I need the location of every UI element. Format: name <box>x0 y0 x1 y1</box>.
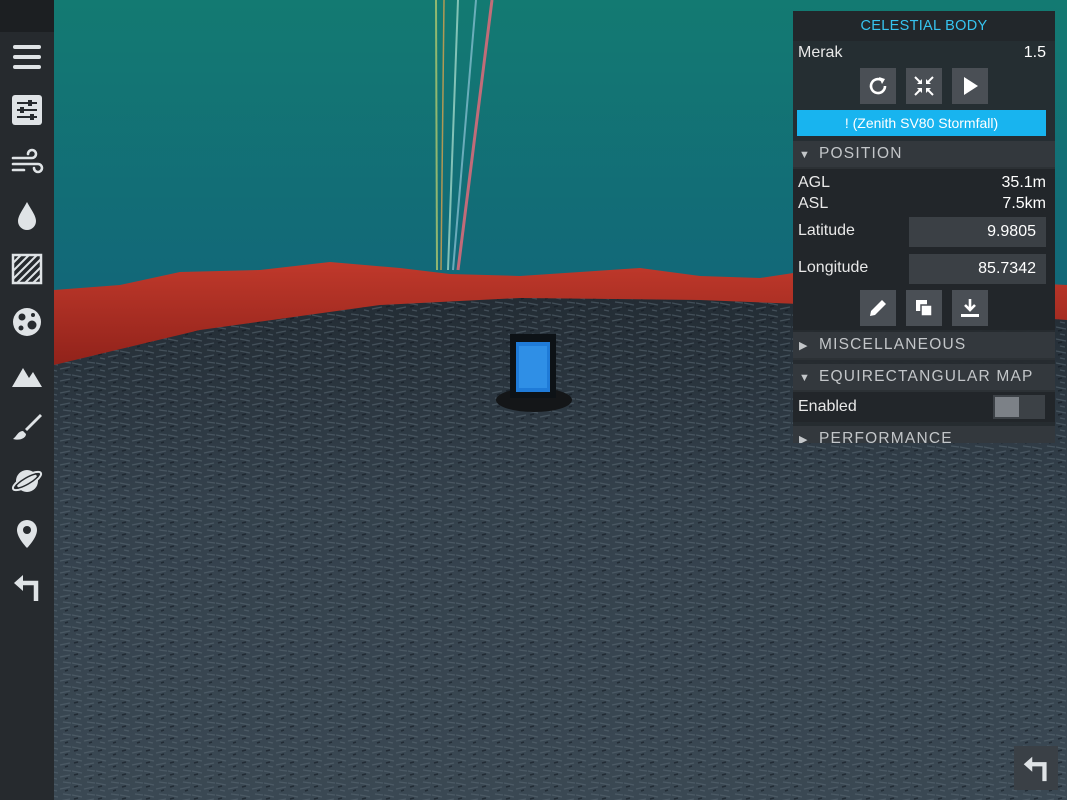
body-row: Merak 1.5 <box>793 42 1055 64</box>
tool-sidebar <box>0 0 54 800</box>
atmosphere-button[interactable] <box>7 143 47 183</box>
settings-sliders-button[interactable] <box>7 90 47 130</box>
enabled-toggle[interactable] <box>993 395 1045 419</box>
crater-icon <box>13 308 41 336</box>
asl-value: 7.5km <box>1002 195 1046 212</box>
body-value: 1.5 <box>1023 44 1046 61</box>
sidebar-top-strip <box>0 0 54 32</box>
shrink-arrows-icon <box>914 76 934 96</box>
longitude-row: Longitude 85.7342 <box>793 251 1055 288</box>
agl-label: AGL <box>798 174 831 191</box>
section-misc-label: MISCELLANEOUS <box>819 336 967 353</box>
planet-button[interactable] <box>7 461 47 501</box>
mountains-icon <box>12 368 42 387</box>
pencil-icon <box>870 300 886 316</box>
download-icon <box>961 299 979 317</box>
celestial-body-panel: CELESTIAL BODY Merak 1.5 ! (Zenith SV80 … <box>793 11 1055 443</box>
position-action-buttons <box>793 290 1055 326</box>
enabled-label: Enabled <box>798 398 857 415</box>
longitude-input[interactable]: 85.7342 <box>909 254 1046 284</box>
section-misc-header[interactable]: ▶ MISCELLANEOUS <box>793 332 1055 360</box>
menu-button[interactable] <box>7 37 47 77</box>
body-name: Merak <box>798 44 843 61</box>
wind-icon <box>11 148 44 174</box>
section-position-body: AGL 35.1m ASL 7.5km Latitude 9.9805 Long… <box>793 169 1055 330</box>
caret-down-icon: ▼ <box>799 372 812 384</box>
paintbrush-icon <box>13 414 42 440</box>
location-button[interactable] <box>7 514 47 554</box>
caret-right-icon: ▶ <box>799 434 809 443</box>
reload-button[interactable] <box>860 68 896 104</box>
agl-row: AGL 35.1m <box>793 172 1055 193</box>
caret-down-icon: ▼ <box>799 149 812 161</box>
body-action-buttons <box>793 68 1055 104</box>
copy-icon <box>916 300 933 317</box>
play-icon <box>964 77 978 95</box>
menu-icon <box>13 45 41 69</box>
hatch-texture-icon <box>11 253 43 285</box>
latitude-row: Latitude 9.9805 <box>793 214 1055 251</box>
map-pin-icon <box>17 520 37 548</box>
agl-value: 35.1m <box>1001 174 1046 191</box>
terrain-button[interactable] <box>7 355 47 395</box>
panel-title: CELESTIAL BODY <box>793 11 1055 41</box>
longitude-label: Longitude <box>798 259 869 276</box>
water-drop-icon <box>18 202 36 230</box>
planet-icon <box>11 470 43 492</box>
section-performance-label: PERFORMANCE <box>819 430 953 443</box>
section-equirect-header[interactable]: ▼ EQUIRECTANGULAR MAP <box>793 364 1055 392</box>
toggle-knob <box>995 397 1019 417</box>
back-arrow-icon <box>1023 756 1047 782</box>
corner-back-button[interactable] <box>1014 746 1058 790</box>
paint-button[interactable] <box>7 408 47 448</box>
section-position-label: POSITION <box>819 145 903 162</box>
enabled-row: Enabled <box>793 392 1055 422</box>
latitude-label: Latitude <box>798 222 855 239</box>
latitude-input[interactable]: 9.9805 <box>909 217 1046 247</box>
collapse-button[interactable] <box>906 68 942 104</box>
water-button[interactable] <box>7 196 47 236</box>
sliders-icon <box>12 95 42 125</box>
section-position-header[interactable]: ▼ POSITION <box>793 141 1055 169</box>
download-position-button[interactable] <box>952 290 988 326</box>
caret-right-icon: ▶ <box>799 340 809 352</box>
asl-label: ASL <box>798 195 829 212</box>
texture-button[interactable] <box>7 249 47 289</box>
back-button[interactable] <box>7 567 47 607</box>
section-performance-header[interactable]: ▶ PERFORMANCE <box>793 426 1055 443</box>
section-equirect-label: EQUIRECTANGULAR MAP <box>819 368 1034 385</box>
play-button[interactable] <box>952 68 988 104</box>
active-craft-button[interactable]: ! (Zenith SV80 Stormfall) <box>797 110 1046 136</box>
copy-position-button[interactable] <box>906 290 942 326</box>
asl-row: ASL 7.5km <box>793 193 1055 214</box>
edit-position-button[interactable] <box>860 290 896 326</box>
back-arrow-icon <box>14 575 39 601</box>
craters-button[interactable] <box>7 302 47 342</box>
refresh-icon <box>869 77 887 95</box>
